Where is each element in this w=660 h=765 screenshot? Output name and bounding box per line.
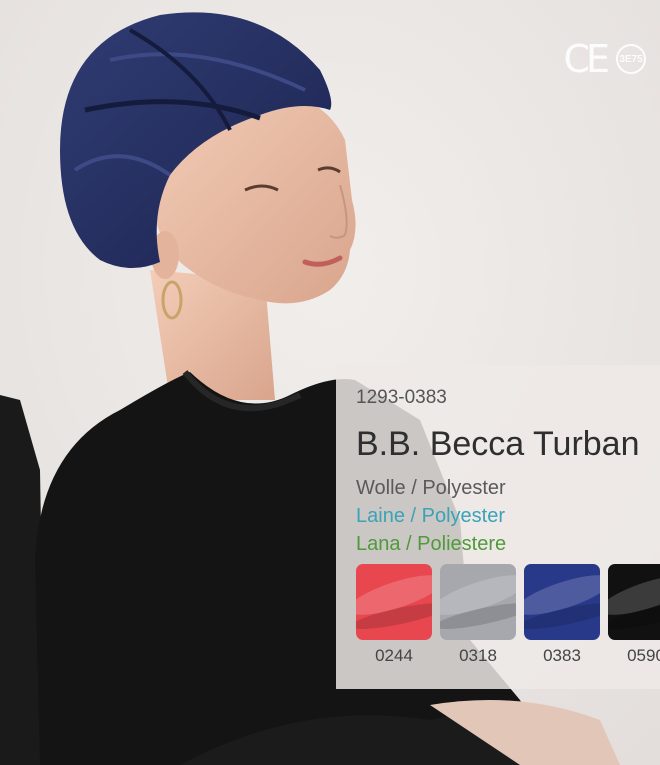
product-info-card: 1293-0383 B.B. Becca Turban Wolle / Poly… (336, 365, 660, 689)
product-title: B.B. Becca Turban (356, 425, 640, 463)
certification-marks: CE 3E75 (563, 40, 646, 78)
swatch-code: 0590 (627, 646, 660, 665)
color-swatch[interactable]: 0590 (608, 564, 660, 666)
swatch-code: 0244 (375, 646, 413, 665)
material-german: Wolle / Polyester (356, 477, 506, 499)
color-swatch[interactable]: 0244 (356, 564, 432, 666)
swatch-code: 0383 (543, 646, 581, 665)
swatch-chip-0590[interactable] (608, 564, 660, 640)
material-french: Laine / Polyester (356, 505, 505, 527)
ce-mark-icon: CE (563, 37, 610, 81)
color-swatches: 0244 0318 0383 0590 (356, 564, 660, 666)
article-number: 1293-0383 (356, 387, 447, 408)
swatch-code: 0318 (459, 646, 497, 665)
swatch-chip-0244[interactable] (356, 564, 432, 640)
material-italian: Lana / Poliestere (356, 533, 507, 555)
oekotex-seal-icon: 3E75 (616, 44, 646, 74)
color-swatch[interactable]: 0383 (524, 564, 600, 666)
swatch-chip-0318[interactable] (440, 564, 516, 640)
swatch-chip-0383[interactable] (524, 564, 600, 640)
color-swatch[interactable]: 0318 (440, 564, 516, 666)
